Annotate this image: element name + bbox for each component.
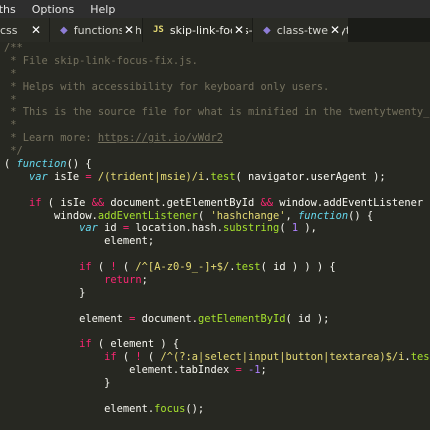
tab-bar: css ✕ ◆ functions.php ✕ JS skip-link-foc… xyxy=(0,18,430,42)
code-line: return; xyxy=(104,274,148,287)
code-line: * xyxy=(4,119,17,132)
code-line: if ( ! ( /^[A-z0-9_-]+$/.test( id ) ) ) … xyxy=(79,261,336,274)
code-line: * xyxy=(4,93,17,106)
code-line: element.focus(); xyxy=(4,402,205,415)
code-line: element = document.getElementById( id ); xyxy=(4,312,330,325)
code-line: var id = location.hash.substring( 1 ), xyxy=(79,222,317,235)
menubar: aths Options Help xyxy=(0,0,430,18)
tab-css[interactable]: css ✕ xyxy=(0,18,50,42)
tab-skip-link-focus-fix[interactable]: JS skip-link-focus-fix ✕ xyxy=(143,18,253,42)
close-icon[interactable]: ✕ xyxy=(122,22,136,38)
code-editor[interactable]: /** * File skip-link-focus-fix.js. * * H… xyxy=(0,42,430,430)
code-line: if ( ! ( /^(?:a|select|input|button|text… xyxy=(104,351,430,364)
code-line: * xyxy=(4,67,17,80)
code-line: */ xyxy=(4,145,23,158)
code-line: window.addEventListener( 'hashchange', f… xyxy=(4,209,374,222)
js-file-icon: JS xyxy=(153,25,164,35)
close-icon[interactable]: ✕ xyxy=(328,22,342,38)
code-line: if ( element ) { xyxy=(79,338,180,351)
code-line: element; xyxy=(4,235,155,248)
code-line: } xyxy=(4,286,86,299)
code-line: * This is the source file for what is mi… xyxy=(10,106,430,119)
code-line: * Learn more: https://git.io/vWdr2 xyxy=(4,132,223,145)
close-icon[interactable]: ✕ xyxy=(29,22,43,38)
menu-help[interactable]: Help xyxy=(90,3,123,16)
close-icon[interactable]: ✕ xyxy=(232,22,246,38)
code-line: ( function() { xyxy=(4,158,92,171)
code-line: var isIe = /(trident|msie)/i.test( navig… xyxy=(29,170,386,183)
code-line: if ( isIe && document.getElementById && … xyxy=(29,196,430,209)
php-file-icon: ◆ xyxy=(263,24,271,36)
tab-class-twentytwenty[interactable]: ◆ class-twentyt ✕ xyxy=(253,18,349,42)
code-line: /** xyxy=(4,42,23,54)
menu-paths[interactable]: aths xyxy=(0,3,24,16)
code-line: element.tabIndex = -1; xyxy=(4,364,267,377)
code-line: * Helps with accessibility for keyboard … xyxy=(4,80,330,93)
php-file-icon: ◆ xyxy=(60,24,68,36)
code-line: * File skip-link-focus-fix.js. xyxy=(4,54,198,67)
tab-label: css xyxy=(0,23,18,37)
code-line: } xyxy=(4,377,111,390)
menu-options[interactable]: Options xyxy=(32,3,82,16)
tab-functions-php[interactable]: ◆ functions.php ✕ xyxy=(50,18,143,42)
